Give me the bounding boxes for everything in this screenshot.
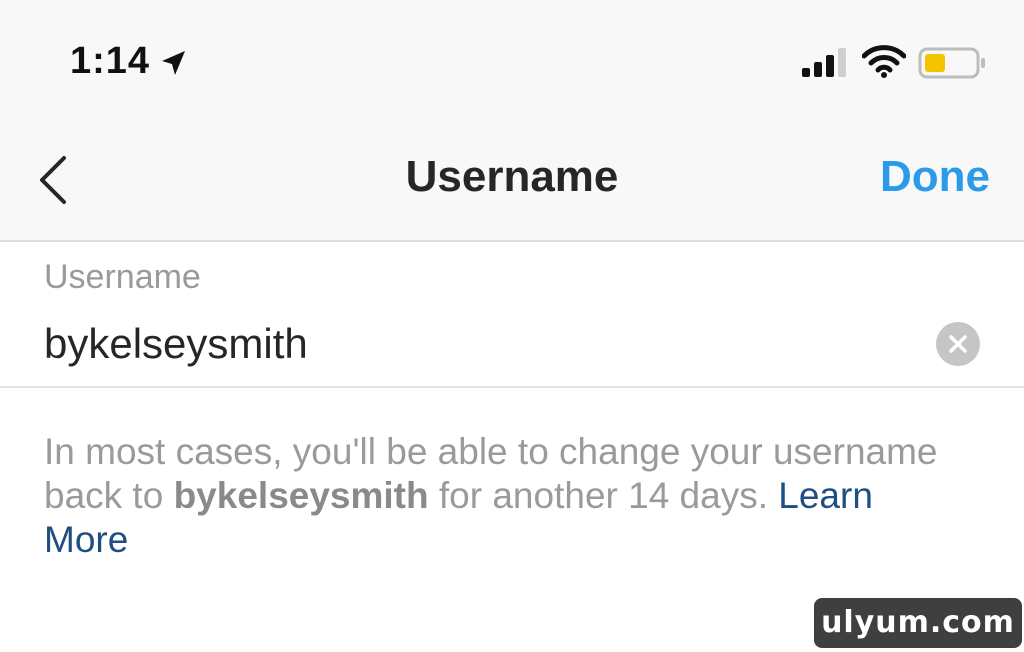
info-text-after: for another 14 days. [428, 475, 779, 516]
wifi-icon [862, 45, 906, 78]
field-divider [0, 386, 1024, 388]
username-change-info: In most cases, you'll be able to change … [44, 430, 944, 562]
location-arrow-icon [162, 51, 185, 75]
clear-input-button[interactable] [936, 322, 980, 366]
watermark: ulyum.com [814, 598, 1022, 648]
info-username: bykelseysmith [173, 475, 429, 516]
header-area: 1:14 Username Done [0, 0, 1024, 242]
status-time: 1:14 [70, 40, 151, 82]
username-label: Username [44, 258, 201, 296]
clear-x-icon [949, 335, 967, 353]
page-title: Username [405, 152, 619, 201]
username-input[interactable] [44, 316, 904, 372]
done-button[interactable]: Done [880, 152, 990, 202]
battery-icon [918, 47, 985, 79]
cellular-signal-icon [802, 48, 846, 77]
